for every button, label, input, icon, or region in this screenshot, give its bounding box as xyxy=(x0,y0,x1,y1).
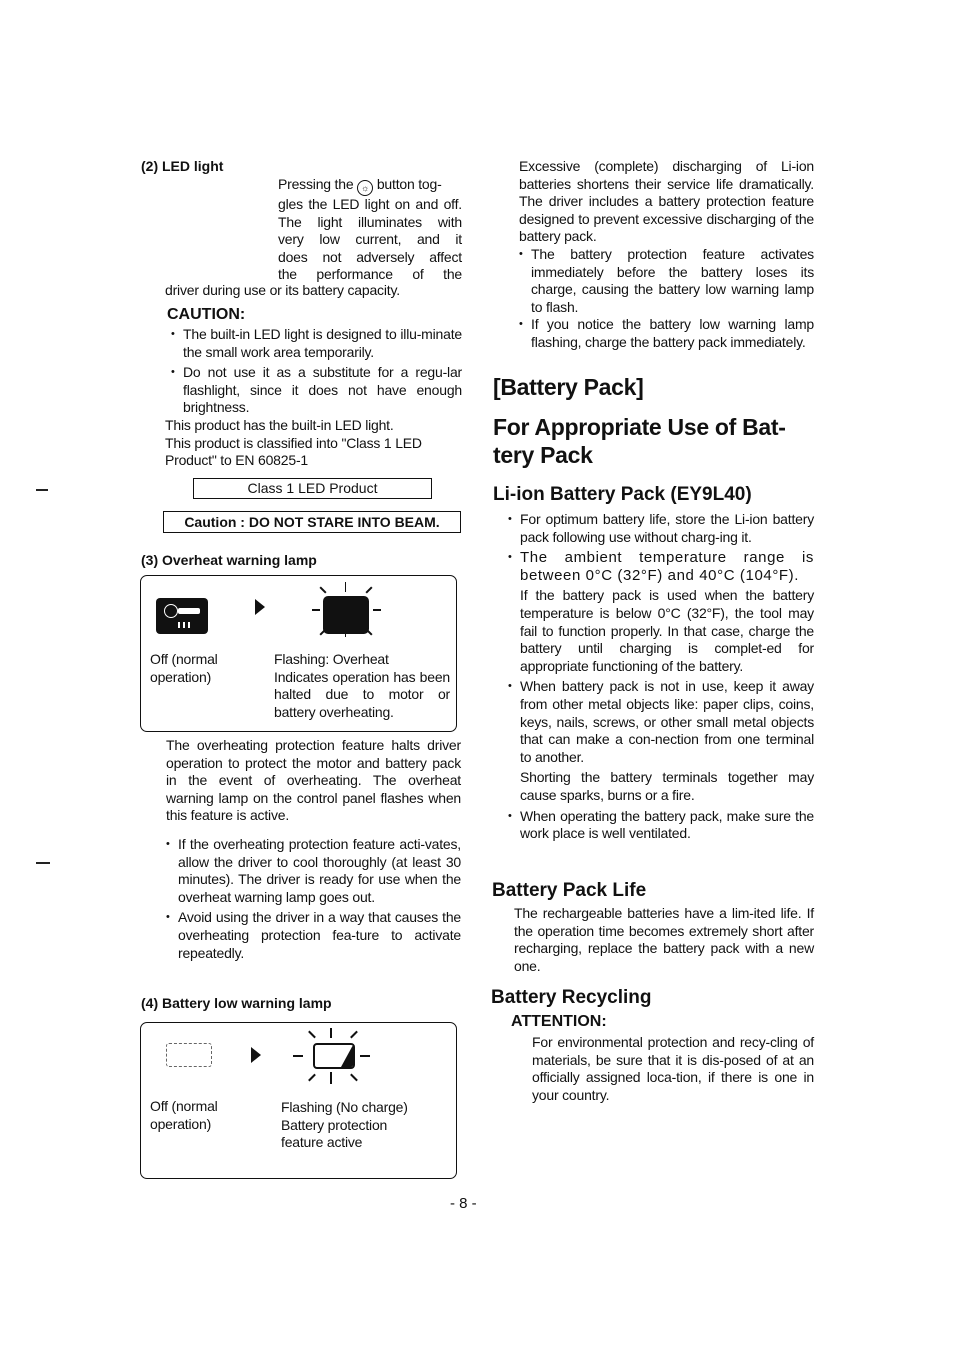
flash-ray xyxy=(312,609,320,611)
overheat-flashing-label: Flashing: Overheat xyxy=(274,651,389,667)
recycling-text: For environmental protection and recy-cl… xyxy=(532,1034,814,1103)
overheat-bullet: Avoid using the driver in a way that cau… xyxy=(166,909,461,962)
led-intro-line: The light illuminates with xyxy=(278,213,462,230)
overheat-bullet: If the overheating protection feature ac… xyxy=(166,836,461,906)
overheat-off-label: Off (normal operation) xyxy=(150,651,218,685)
led-intro: Pressing the ☼ button tog- gles the LED … xyxy=(278,176,462,284)
led-intro-line: does not adversely affect xyxy=(278,248,462,265)
caution-list: The built-in LED light is designed to il… xyxy=(171,326,462,420)
battery-off-label: Off (normal operation) xyxy=(150,1098,218,1132)
led-light-button-icon: ☼ xyxy=(357,180,374,196)
overheat-flashing-desc: Indicates operation has been halted due … xyxy=(274,668,450,720)
discharge-block: Excessive (complete) discharging of Li-i… xyxy=(519,158,814,352)
overheat-heading: (3) Overheat warning lamp xyxy=(141,552,317,568)
flash-ray xyxy=(330,1028,332,1038)
metal-bullet: When battery pack is not in use, keep it… xyxy=(508,678,814,766)
overheat-description: The overheating protection feature halts… xyxy=(166,737,461,824)
discharge-bullet: If you notice the battery low warning la… xyxy=(519,316,814,351)
discharge-text: Excessive (complete) discharging of Li-i… xyxy=(519,158,814,245)
caution-item: The built-in LED light is designed to il… xyxy=(171,326,462,361)
liion-bullet: For optimum battery life, store the Li-i… xyxy=(508,511,814,546)
discharge-bullet: The battery protection feature activates… xyxy=(519,246,814,316)
class-1-led-label: Class 1 LED Product xyxy=(193,478,432,499)
led-intro-tail: driver during use or its battery capacit… xyxy=(165,282,400,298)
section-title: [Battery Pack] xyxy=(493,374,644,400)
arrow-right-icon xyxy=(251,1047,261,1063)
overheat-bullets: If the overheating protection feature ac… xyxy=(166,836,461,965)
margin-mark xyxy=(36,489,48,491)
life-text: The rechargeable batteries have a lim-it… xyxy=(514,905,814,974)
product-note: This product has the built-in LED light.… xyxy=(165,417,462,470)
overheat-flashing-block: Flashing: Overheat Indicates operation h… xyxy=(274,651,450,721)
stare-caution-text: Caution : DO NOT STARE INTO BEAM. xyxy=(184,514,440,530)
temperature-note: If the battery pack is used when the bat… xyxy=(520,587,814,674)
flash-ray xyxy=(345,582,347,592)
battery-flashing-icon xyxy=(313,1043,355,1069)
battery-low-heading: (4) Battery low warning lamp xyxy=(141,995,332,1011)
liion-block: For optimum battery life, store the Li-i… xyxy=(508,511,814,846)
appropriate-use-title: For Appropriate Use of Bat-tery Pack xyxy=(493,414,786,468)
margin-mark xyxy=(36,862,50,864)
flash-ray xyxy=(373,609,381,611)
led-light-heading: (2) LED light xyxy=(141,158,224,174)
battery-off-icon xyxy=(166,1043,212,1067)
flash-ray xyxy=(345,628,347,637)
battery-flashing-block: Flashing (No charge) Battery protection … xyxy=(281,1099,431,1152)
led-intro-line: gles the LED light on and off. xyxy=(278,196,462,212)
led-intro-line: Pressing the xyxy=(278,176,354,192)
battery-flashing-label: Flashing (No charge) xyxy=(281,1099,408,1115)
product-note-2: This product is classified into "Class 1… xyxy=(165,434,422,469)
page-number: - 8 - xyxy=(450,1195,477,1212)
led-intro-line: very low current, and it xyxy=(278,231,462,248)
battery-flashing-desc: Battery protection feature active xyxy=(281,1116,388,1151)
liion-bullet: The ambient temperature range is between… xyxy=(508,549,814,584)
caution-heading: CAUTION: xyxy=(167,306,246,323)
arrow-right-icon xyxy=(255,599,265,615)
recycling-heading: Battery Recycling xyxy=(491,987,652,1008)
flash-ray xyxy=(293,1055,303,1057)
shorting-note: Shorting the battery terminals together … xyxy=(520,769,814,803)
ventilation-bullet: When operating the battery pack, make su… xyxy=(508,808,814,843)
stare-caution-label: Caution : DO NOT STARE INTO BEAM. xyxy=(163,511,461,533)
flash-ray xyxy=(330,1072,332,1084)
flash-ray xyxy=(360,1055,370,1057)
product-note-1: This product has the built-in LED light. xyxy=(165,417,394,433)
caution-item: Do not use it as a substitute for a regu… xyxy=(171,364,462,417)
led-intro-line: button tog- xyxy=(376,176,442,192)
overheat-lamp-off-icon xyxy=(156,598,208,634)
attention-heading: ATTENTION: xyxy=(511,1013,607,1030)
life-heading: Battery Pack Life xyxy=(492,880,647,901)
liion-heading: Li-ion Battery Pack (EY9L40) xyxy=(493,484,752,505)
